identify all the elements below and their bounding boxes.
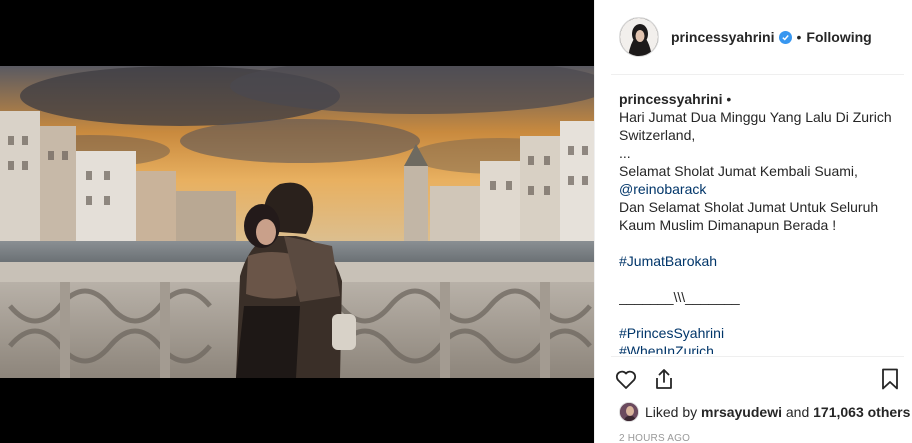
caption-first-line: princessyahrini •	[619, 90, 905, 108]
hashtag-link[interactable]: #JumatBarokah	[619, 253, 717, 269]
actions-divider	[611, 356, 904, 357]
likes-summary: Liked by mrsayudewi and 171,063 others	[619, 400, 910, 424]
heart-icon	[615, 370, 637, 389]
author-username[interactable]: princessyahrini	[671, 29, 775, 45]
mention-link[interactable]: @reinobarack	[619, 181, 706, 197]
bookmark-icon	[882, 368, 898, 390]
caption-text-line: ...	[619, 145, 631, 161]
caption-text-line: Hari Jumat Dua Minggu Yang Lalu Di Zuric…	[619, 109, 892, 125]
author-avatar[interactable]	[619, 17, 659, 57]
caption-username[interactable]: princessyahrini	[619, 91, 723, 107]
save-button[interactable]	[875, 364, 905, 394]
post-header: princessyahrini • Following	[595, 0, 912, 74]
likes-count[interactable]: 171,063 others	[813, 404, 910, 420]
likes-middle: and	[781, 404, 814, 420]
caption-text-line: Switzerland,	[619, 127, 696, 143]
caption-text-line: Dan Selamat Sholat Jumat Untuk Seluruh	[619, 199, 879, 215]
liker-username[interactable]: mrsayudewi	[701, 404, 782, 420]
verified-badge-icon	[778, 30, 792, 44]
header-separator: •	[796, 29, 802, 45]
likes-prefix: Liked by	[645, 404, 702, 420]
caption-text-line: Selamat Sholat Jumat Kembali Suami,	[619, 163, 858, 179]
like-button[interactable]	[611, 364, 641, 394]
caption-text-line: Kaum Muslim Dimanapun Berada !	[619, 217, 837, 233]
liker-avatar[interactable]	[619, 402, 639, 422]
couple-on-bridge-photo	[0, 66, 594, 378]
post-actions	[611, 362, 907, 398]
caption-separator: •	[722, 91, 732, 107]
hashtag-link[interactable]: #PrincesSyahrini	[619, 325, 724, 341]
header-divider	[611, 74, 904, 75]
share-icon	[656, 369, 672, 389]
hashtag-link[interactable]: #WhenInZurich	[619, 343, 714, 354]
post-caption: princessyahrini • Hari Jumat Dua Minggu …	[619, 90, 905, 354]
post-side-panel: princessyahrini • Following princessyahr…	[594, 0, 912, 443]
post-media	[0, 0, 594, 443]
post-photo[interactable]	[0, 66, 594, 378]
caption-divider-text: _______\\\_______	[619, 289, 740, 305]
following-button[interactable]: Following	[806, 29, 871, 45]
share-button[interactable]	[649, 364, 679, 394]
likes-text: Liked by mrsayudewi and 171,063 others	[645, 404, 910, 420]
post-timestamp[interactable]: 2 HOURS AGO	[619, 433, 690, 443]
